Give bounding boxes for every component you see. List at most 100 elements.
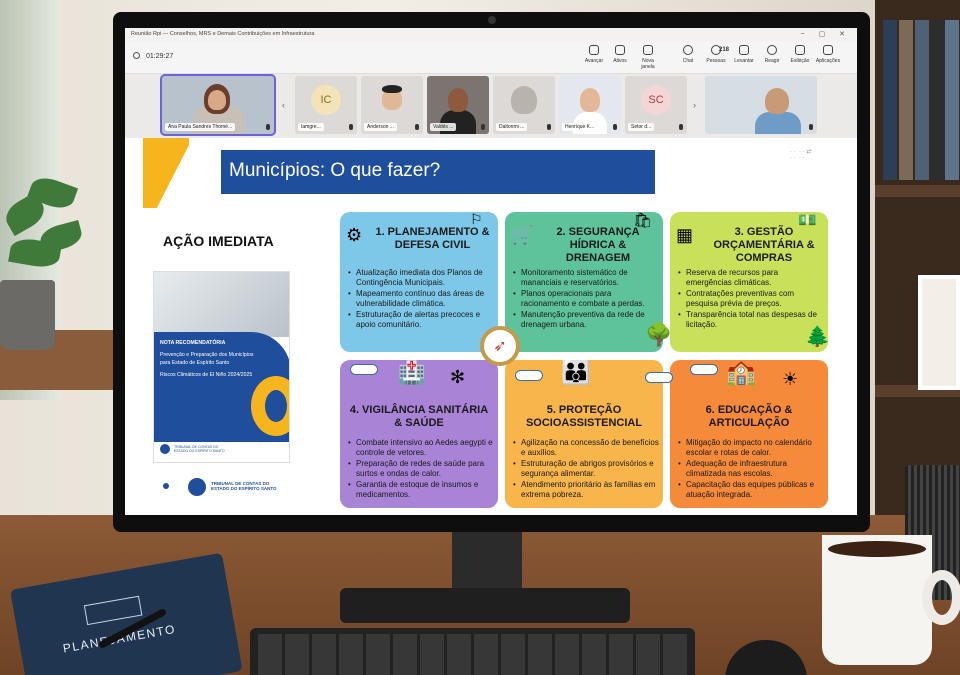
participant-tile[interactable]: Henrique K... [559,76,621,134]
participant-name: Iamgre... [298,123,324,131]
school-icon: 🏫 [726,360,756,386]
bullet: Preparação de redes de saúde para surtos… [348,459,496,479]
apps-button[interactable]: Aplicações [815,45,841,64]
participant-tile[interactable]: Daltonmi ... [493,76,555,134]
participant-tile[interactable]: IC Iamgre... [295,76,357,134]
participant-gallery: Ana Paula Sandres Thomé... ‹ IC Iamgre..… [125,74,857,138]
cart-icon: 🛒 [511,225,534,245]
slide-title-bar: Municípios: O que fazer? [221,150,655,194]
apps-label: Aplicações [815,58,841,64]
new-window-button[interactable]: Nova janela [635,45,661,70]
slide-controls[interactable]: · · · · ⇄ · · · · [790,148,838,180]
participant-name: Ana Paula Sandres Thomé... [165,123,235,131]
card-planejamento: ⚙ ⚐ 1. PLANEJAMENTO & DEFESA CIVIL Atual… [340,212,498,352]
bullet: Estruturação de alertas precoces e apoio… [348,310,496,330]
participant-name: Valdés ... [430,123,457,131]
card-bullets: Combate intensivo ao Aedes aegypti e con… [348,438,496,501]
pen-label: Ativos [613,58,627,64]
mic-icon [547,124,551,130]
cover-logo-text: TRIBUNAL DE CONTAS DO ESTADO DO ESPÍRITO … [174,445,225,453]
raise-hand-button[interactable]: Levantar [731,45,757,64]
card-title: 5. PROTEÇÃO SOCIOASSISTENCIAL [525,404,643,429]
card-bullets: Agilização na concessão de benefícios e … [513,438,661,501]
avatar: SC [641,85,671,115]
bookshelf [875,0,960,520]
mic-icon [679,124,683,130]
card-bullets: Mitigação do impacto no calendário escol… [678,438,826,501]
cloud-icon [645,372,673,383]
monitor-base [340,588,630,623]
card-protecao-socioassistencial: 👪 5. PROTEÇÃO SOCIOASSISTENCIAL Agilizaç… [505,360,663,508]
participant-tile[interactable] [705,76,817,134]
participant-name: Anderson ... [364,123,397,131]
react-icon [767,45,777,55]
acao-imediata-label: AÇÃO IMEDIATA [163,233,274,249]
raise-hand-label: Levantar [734,58,754,64]
forward-label: Avançar [584,58,604,64]
bullet: Atendimento prioritário às famílias em e… [513,480,661,500]
view-label: Exibição [790,58,810,64]
card-educacao: 🏫 ☀ 6. EDUCAÇÃO & ARTICULAÇÃO Mitigação … [670,360,828,508]
tree-icon: 🌳 [645,322,673,347]
participant-name: Setor d... [628,123,655,131]
card-title: 1. PLANEJAMENTO & DEFESA CIVIL [375,226,490,251]
card-vigilancia-sanitaria: 🏥 ✻ 4. VIGILÂNCIA SANITÁRIA & SAÚDE Comb… [340,360,498,508]
apps-icon [823,45,833,55]
bullet: Mapeamento contínuo das áreas de vulnera… [348,289,496,309]
pen-button[interactable]: Ativos [607,45,633,64]
notebook-logo-icon [83,595,143,626]
forward-button[interactable]: Avançar [581,45,607,64]
chat-button[interactable]: Chat [675,45,701,64]
bullet: Combate intensivo ao Aedes aegypti e con… [348,438,496,458]
window-controls[interactable]: − ▢ ✕ [801,30,851,38]
shield-icon [133,52,140,59]
meeting-toolbar: − ▢ ✕ 01:29:27 Avançar Ativos Nova janel… [125,31,857,74]
calculator-icon: ▦ [676,225,694,245]
cloud-icon [350,364,378,375]
participant-tile[interactable]: Ana Paula Sandres Thomé... [160,74,276,136]
forward-icon [589,45,599,55]
compass-icon: ➶ [480,326,520,366]
people-button[interactable]: 218 Pessoas [703,45,729,64]
react-button[interactable]: Reagir [759,45,785,64]
footer-logo-text: TRIBUNAL DE CONTAS DO ESTADO DO ESPÍRITO … [211,481,277,491]
card-title: 2. SEGURANÇA HÍDRICA & DRENAGEM [556,226,640,264]
pen-icon [615,45,625,55]
participant-name: Henrique K... [562,123,598,131]
bullet: Adequação de infraestrutura climatizada … [678,459,826,479]
card-bullets: Monitoramento sistemático de mananciais … [513,268,661,331]
avatar: IC [311,85,341,115]
bullet: Agilização na concessão de benefícios e … [513,438,661,458]
cover-line: para Estado de Espírito Santo [160,360,230,366]
bullet: Contratações preventivas com pesquisa pr… [678,289,826,309]
bullet: Monitoramento sistemático de mananciais … [513,268,661,288]
people-count: 218 [719,47,730,53]
card-title: 6. EDUCAÇÃO & ARTICULAÇÃO [705,404,793,429]
chat-icon [683,45,693,55]
bullet: Garantia de estoque de insumos e medicam… [348,480,496,500]
bullet: Planos operacionais para racionamento e … [513,289,661,309]
participant-tile[interactable]: SC Setor d... [625,76,687,134]
bullet: Estruturação de abrigos provisórios e se… [513,459,661,479]
new-window-label: Nova janela [641,58,655,70]
cover-line: Prevenção e Preparação dos Municípios [160,352,254,358]
chevron-left-icon[interactable]: ‹ [282,100,285,110]
shared-slide: Municípios: O que fazer? · · · · ⇄ · · · … [125,138,857,515]
bullet: Manutenção preventiva da rede de drenage… [513,310,661,330]
nota-cover: NOTA RECOMENDATÓRIA Prevenção e Preparaç… [153,271,290,463]
view-icon [795,45,805,55]
bullet: Atualização imediata dos Planos de Conti… [348,268,496,288]
participant-tile[interactable]: Anderson ... [361,76,423,134]
card-bullets: Reserva de recursos para emergências cli… [678,268,826,331]
mic-icon [415,124,419,130]
mic-icon [266,124,270,130]
tree-icon: 🌲 [805,326,830,348]
participant-tile[interactable]: Valdés ... [427,76,489,134]
view-button[interactable]: Exibição [787,45,813,64]
bullet: Mitigação do impacto no calendário escol… [678,438,826,458]
coffee-mug [822,535,960,665]
window-title: Reunião Rpi — Conselhos, MRS e Demais Co… [125,28,857,42]
react-label: Reagir [764,58,780,64]
bullet: Reserva de recursos para emergências cli… [678,268,826,288]
chevron-right-icon[interactable]: › [693,100,696,110]
